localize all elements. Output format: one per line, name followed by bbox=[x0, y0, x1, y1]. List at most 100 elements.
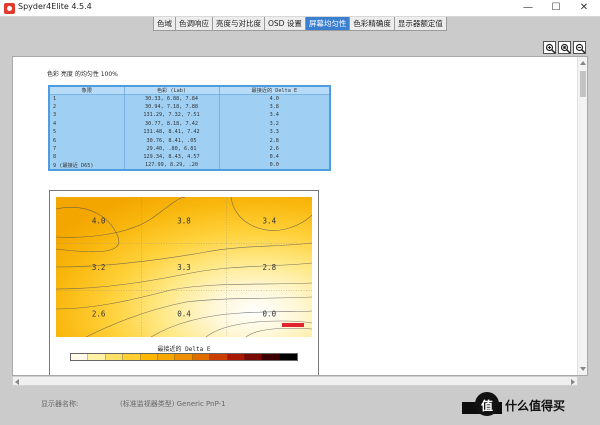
scroll-up-icon[interactable] bbox=[580, 61, 586, 65]
cell-value-label: 0.4 bbox=[177, 310, 191, 319]
zoom-in-icon bbox=[545, 43, 556, 54]
cell-zone: 5 bbox=[48, 128, 125, 137]
cell-zone: 6 bbox=[48, 136, 125, 145]
cell-lab: 127.99, 8.29, .20 bbox=[123, 161, 220, 171]
display-name-label: 显示器名称: bbox=[41, 400, 79, 408]
cell-zone: 2 bbox=[48, 102, 125, 112]
cell-zone: 3 bbox=[48, 111, 125, 120]
cell-lab: 30.33, 6.88, 7.84 bbox=[123, 94, 220, 103]
scale-segment bbox=[88, 354, 106, 360]
app-icon bbox=[4, 3, 15, 14]
scroll-down-icon[interactable] bbox=[580, 367, 586, 371]
cell-lab: 131.29, 7.32, 7.51 bbox=[123, 111, 220, 120]
zoom-fit-button[interactable] bbox=[558, 41, 571, 54]
reference-marker bbox=[282, 323, 304, 327]
scale-segment bbox=[71, 354, 89, 360]
table-row: 5 131.48, 8.41, 7.42 3.3 bbox=[48, 128, 331, 137]
cell-delta-e: 0.4 bbox=[218, 153, 331, 162]
scroll-thumb[interactable] bbox=[580, 71, 586, 97]
cell-lab: 30.76, 8.41, .05 bbox=[123, 136, 220, 145]
chart-caption: 最接近的 Delta E bbox=[157, 346, 211, 353]
zoom-out-icon bbox=[575, 43, 586, 54]
tab-tone-response[interactable]: 色调响应 bbox=[175, 17, 213, 31]
window-title: Spyder4Elite 4.5.4 bbox=[18, 2, 92, 11]
scroll-left-icon[interactable] bbox=[15, 379, 19, 385]
zoom-fit-icon bbox=[560, 43, 571, 54]
cell-lab: 131.48, 8.41, 7.42 bbox=[123, 128, 220, 137]
cell-value-label: 4.0 bbox=[92, 216, 106, 225]
cell-zone: 9 (最接近 D65) bbox=[48, 161, 125, 171]
tab-gamut[interactable]: 色域 bbox=[153, 17, 176, 31]
maximize-button[interactable]: ☐ bbox=[542, 0, 570, 16]
cell-lab: 29.40, .80, 6.81 bbox=[123, 144, 220, 154]
cell-lab: 30.77, 8.18, 7.42 bbox=[123, 119, 220, 129]
vertical-scrollbar[interactable] bbox=[577, 57, 587, 375]
column-header-lab: 色彩 (Lab) bbox=[123, 85, 220, 95]
tab-color-accuracy[interactable]: 色彩精确度 bbox=[349, 17, 395, 31]
table-row: 8 129.34, 8.43, 4.57 0.4 bbox=[48, 153, 331, 162]
cell-value-label: 3.2 bbox=[92, 263, 106, 272]
scale-segment bbox=[105, 354, 124, 360]
scale-segment bbox=[262, 354, 280, 360]
uniformity-contour-chart: 4.0 3.8 3.4 3.2 3.3 2.8 2.6 0.4 0.0 最接近的 Delta E bbox=[49, 190, 319, 375]
cell-value-label: 0.0 bbox=[263, 310, 277, 319]
tab-brightness-contrast[interactable]: 亮度与对比度 bbox=[212, 17, 265, 31]
cell-delta-e: 3.4 bbox=[218, 111, 331, 120]
report-title: 色彩 亮度 的均匀性 100% bbox=[47, 71, 118, 78]
cell-value-label: 3.3 bbox=[177, 263, 191, 272]
scale-segment bbox=[227, 354, 245, 360]
scale-segment bbox=[244, 354, 263, 360]
cell-delta-e: 3.3 bbox=[218, 128, 331, 137]
display-name-value: (标准监视器类型) Generic PnP-1 bbox=[120, 400, 226, 408]
minimize-button[interactable]: — bbox=[514, 0, 542, 16]
cell-zone: 8 bbox=[48, 153, 125, 162]
cell-value-label: 3.8 bbox=[177, 216, 191, 225]
cell-delta-e: 3.2 bbox=[218, 119, 331, 129]
watermark-logo-glyph: 值 bbox=[480, 399, 493, 413]
cell-zone: 4 bbox=[48, 119, 125, 129]
report-panel: 色彩 亮度 的均匀性 100% 象限 色彩 (Lab) 最接近的 Delta E… bbox=[12, 56, 588, 376]
cell-value-label: 3.4 bbox=[263, 216, 277, 225]
cell-lab: 129.34, 8.43, 4.57 bbox=[123, 153, 220, 162]
horizontal-scrollbar[interactable] bbox=[12, 376, 578, 386]
contour-plot: 4.0 3.8 3.4 3.2 3.3 2.8 2.6 0.4 0.0 bbox=[56, 197, 312, 337]
cell-delta-e: 2.6 bbox=[218, 144, 331, 154]
table-header-row: 象限 色彩 (Lab) 最接近的 Delta E bbox=[48, 85, 331, 95]
scale-segment bbox=[140, 354, 158, 360]
zoom-out-button[interactable] bbox=[573, 41, 586, 54]
cell-delta-e: 4.0 bbox=[218, 94, 331, 103]
scale-segment bbox=[175, 354, 193, 360]
column-header-zone: 象限 bbox=[48, 85, 125, 95]
table-row: 4 30.77, 8.18, 7.42 3.2 bbox=[48, 119, 331, 129]
zoom-in-button[interactable] bbox=[543, 41, 556, 54]
tab-display-rating[interactable]: 显示器额定值 bbox=[393, 17, 447, 31]
tab-osd-settings[interactable]: OSD 设置 bbox=[264, 17, 306, 31]
zoom-controls bbox=[543, 41, 586, 54]
cell-delta-e: 0.0 bbox=[218, 161, 331, 171]
main-content: 色域 色调响应 亮度与对比度 OSD 设置 屏幕均匀性 色彩精确度 显示器额定值 bbox=[0, 17, 600, 425]
scale-segment bbox=[279, 354, 298, 360]
cell-value-label: 2.8 bbox=[263, 263, 277, 272]
column-header-delta-e: 最接近的 Delta E bbox=[218, 85, 331, 95]
table-row: 6 30.76, 8.41, .05 2.8 bbox=[48, 136, 331, 145]
scale-segment bbox=[157, 354, 176, 360]
cell-zone: 1 bbox=[48, 94, 125, 103]
title-bar: Spyder4Elite 4.5.4 — ☐ ✕ bbox=[0, 0, 600, 17]
cell-value-label: 2.6 bbox=[92, 310, 106, 319]
table-row: 7 29.40, .80, 6.81 2.6 bbox=[48, 144, 331, 154]
table-row: 9 (最接近 D65) 127.99, 8.29, .20 0.0 bbox=[48, 161, 331, 171]
cell-delta-e: 3.8 bbox=[218, 102, 331, 112]
scale-segment bbox=[123, 354, 141, 360]
cell-lab: 30.94, 7.18, 7.88 bbox=[123, 102, 220, 112]
close-button[interactable]: ✕ bbox=[570, 0, 598, 16]
watermark-logo: 值 bbox=[475, 392, 499, 416]
scale-segment bbox=[192, 354, 211, 360]
table-row: 3 131.29, 7.32, 7.51 3.4 bbox=[48, 111, 331, 120]
delta-e-color-scale bbox=[70, 353, 298, 361]
tab-screen-uniformity[interactable]: 屏幕均匀性 bbox=[304, 17, 351, 31]
cell-delta-e: 2.8 bbox=[218, 136, 331, 145]
tab-bar: 色域 色调响应 亮度与对比度 OSD 设置 屏幕均匀性 色彩精确度 显示器额定值 bbox=[153, 17, 447, 31]
scale-segment bbox=[210, 354, 228, 360]
table-row: 2 30.94, 7.18, 7.88 3.8 bbox=[48, 102, 331, 112]
scroll-right-icon[interactable] bbox=[571, 379, 575, 385]
